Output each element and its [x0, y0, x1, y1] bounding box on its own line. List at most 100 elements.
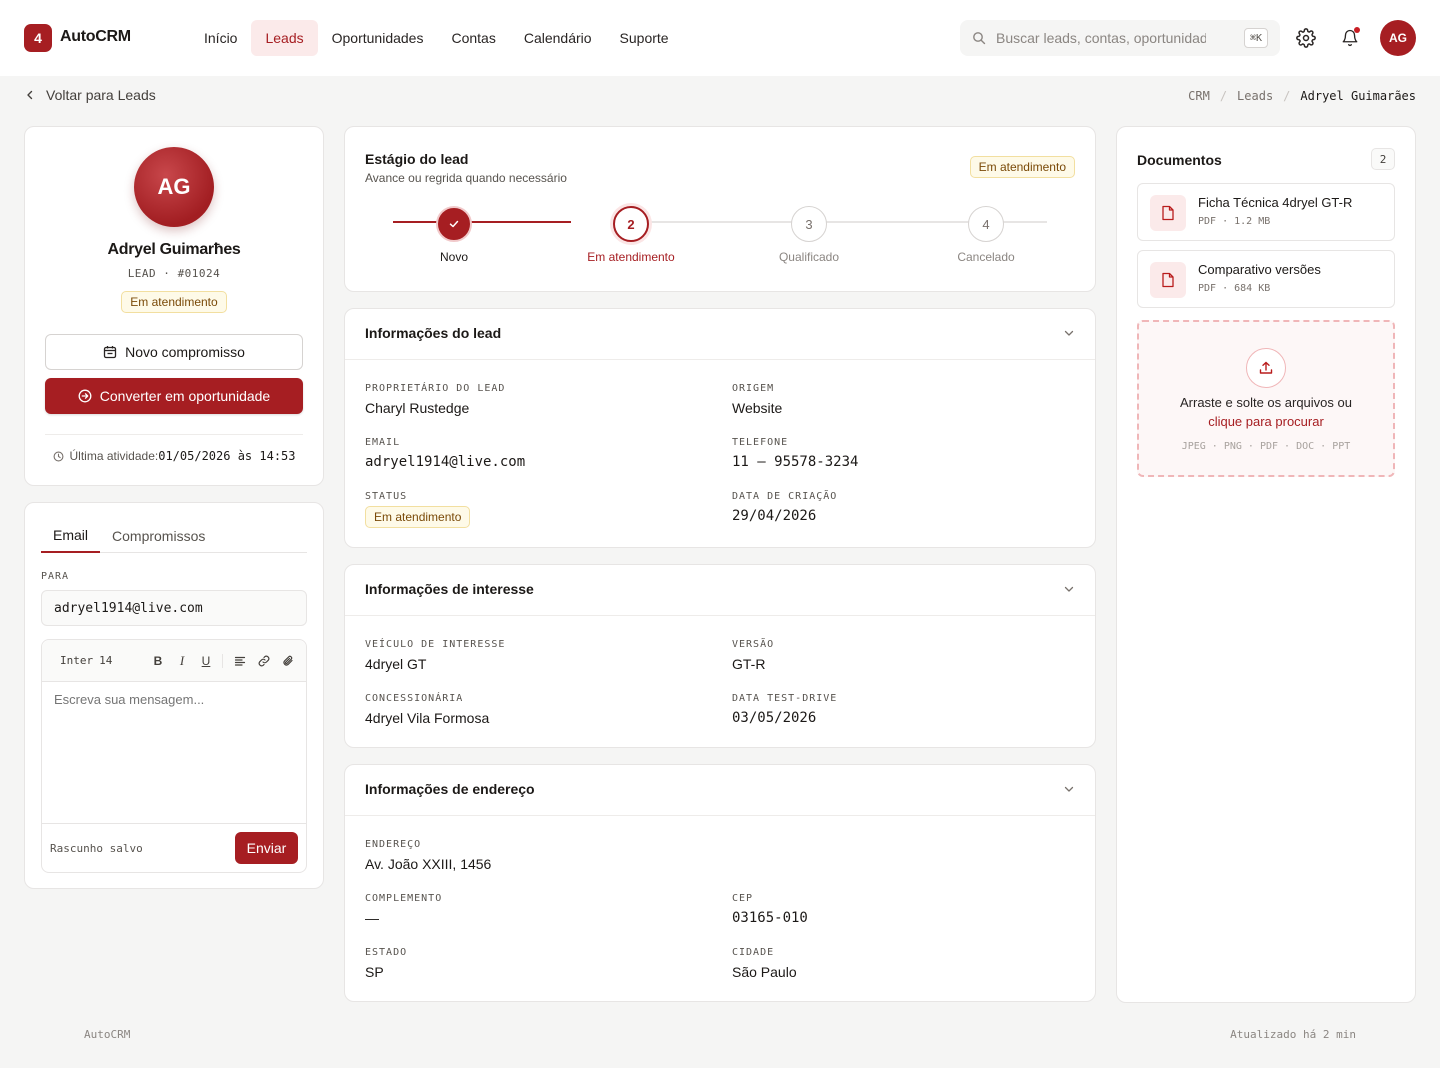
field-value: 4dryel Vila Formosa: [365, 710, 490, 726]
field-value: —: [365, 910, 379, 926]
last-activity-label: Última atividade:: [69, 449, 159, 463]
back-to-leads-link[interactable]: Voltar para Leads: [24, 87, 156, 103]
field-city: CIDADE São Paulo: [732, 947, 797, 980]
field-label: ESTADO: [365, 947, 408, 958]
field-vehicle: VEÍCULO DE INTERESSE 4dryel GT: [365, 639, 505, 672]
new-appointment-button[interactable]: Novo compromisso: [45, 334, 303, 370]
tab-email[interactable]: Email: [41, 519, 101, 553]
section-title: Informações de endereço: [365, 781, 535, 797]
browse-files-link[interactable]: clique para procurar: [1139, 414, 1393, 429]
file-icon: [1150, 195, 1186, 231]
font-size: 14: [99, 654, 113, 667]
accepted-formats: JPEG · PNG · PDF · DOC · PPT: [1181, 441, 1351, 452]
field-phone: TELEFONE 11 – 95578-3234: [732, 437, 858, 470]
paperclip-icon: [282, 655, 294, 667]
stage-step-em-atendimento[interactable]: 2 Em atendimento: [561, 206, 701, 264]
align-button[interactable]: [232, 653, 248, 669]
new-appointment-label: Novo compromisso: [125, 344, 245, 360]
field-value: 11 – 95578-3234: [732, 454, 859, 470]
convert-opportunity-button[interactable]: Converter em oportunidade: [45, 378, 303, 414]
message-textarea[interactable]: [42, 682, 306, 822]
stage-step-qualificado[interactable]: 3 Qualificado: [739, 206, 879, 264]
upload-icon: [1246, 348, 1286, 388]
field-origin: ORIGEM Website: [732, 383, 782, 416]
underline-button[interactable]: U: [198, 653, 214, 669]
field-value: São Paulo: [732, 964, 797, 980]
lead-info-card: Informações do lead PROPRIETÁRIO DO LEAD…: [344, 308, 1096, 548]
stage-subtitle: Avance ou regrida quando necessário: [365, 171, 567, 185]
field-complement: COMPLEMENTO —: [365, 893, 442, 926]
stage-step-number: 3: [791, 206, 827, 242]
stage-step-novo[interactable]: Novo: [384, 206, 524, 264]
link-icon: [258, 655, 270, 667]
field-testdrive: DATA TEST-DRIVE 03/05/2026: [732, 693, 837, 726]
field-label: COMPLEMENTO: [365, 893, 443, 904]
font-selector[interactable]: Inter 14: [60, 654, 112, 667]
stage-title: Estágio do lead: [365, 151, 469, 167]
field-value: GT-R: [732, 656, 766, 672]
gear-icon: [1296, 28, 1316, 48]
arrow-circle-right-icon: [78, 389, 92, 403]
profile-card: AG Adryel Guimarћes LEAD · #01024 Em ate…: [24, 126, 324, 486]
italic-button[interactable]: I: [174, 653, 190, 669]
bold-button[interactable]: B: [150, 653, 166, 669]
field-label: DATA DE CRIAÇÃO: [732, 491, 838, 502]
collapse-button[interactable]: [1063, 583, 1075, 595]
stage-step-label: Cancelado: [957, 250, 1015, 264]
send-button[interactable]: Enviar: [235, 832, 298, 864]
status-badge: Em atendimento: [121, 291, 227, 313]
breadcrumb-leads[interactable]: Leads: [1237, 89, 1273, 103]
field-created: DATA DE CRIAÇÃO 29/04/2026: [732, 491, 837, 524]
nav-item-oportunidades[interactable]: Oportunidades: [318, 20, 438, 56]
user-avatar[interactable]: AG: [1380, 20, 1416, 56]
document-type: PDF: [1198, 283, 1217, 294]
field-label: ENDEREÇO: [365, 839, 422, 850]
breadcrumb: CRM / Leads / Adryel Guimarães: [1188, 89, 1416, 103]
divider: [345, 359, 1095, 360]
to-label: PARA: [41, 571, 70, 582]
stage-step-cancelado[interactable]: 4 Cancelado: [916, 206, 1056, 264]
breadcrumb-crm[interactable]: CRM: [1188, 89, 1210, 103]
field-label: ORIGEM: [732, 383, 775, 394]
settings-button[interactable]: [1292, 24, 1320, 52]
search-input[interactable]: [996, 28, 1206, 48]
search-shortcut: ⌘K: [1243, 28, 1268, 48]
main-nav: Início Leads Oportunidades Contas Calend…: [190, 20, 683, 56]
check-icon: [436, 206, 472, 242]
logo-mark: 4: [24, 24, 52, 52]
lead-id: #01024: [177, 267, 221, 280]
document-item[interactable]: Ficha Técnica 4dryel GT-R PDF · 1.2 MB: [1137, 183, 1395, 241]
bold-icon: B: [153, 654, 163, 668]
nav-item-inicio[interactable]: Início: [190, 20, 251, 56]
field-state: ESTADO SP: [365, 947, 407, 980]
editor-divider: [42, 823, 306, 824]
stage-step-number: 4: [968, 206, 1004, 242]
document-item[interactable]: Comparativo versões PDF · 684 KB: [1137, 250, 1395, 308]
field-label: DATA TEST-DRIVE: [732, 693, 838, 704]
nav-item-contas[interactable]: Contas: [437, 20, 509, 56]
tab-compromissos[interactable]: Compromissos: [100, 519, 217, 553]
nav-item-calendario[interactable]: Calendário: [510, 20, 606, 56]
field-value: SP: [365, 964, 384, 980]
collapse-button[interactable]: [1063, 327, 1075, 339]
link-button[interactable]: [256, 653, 272, 669]
file-dropzone[interactable]: Arraste e solte os arquivos ou clique pa…: [1137, 320, 1395, 477]
file-icon: [1150, 262, 1186, 298]
search-bar: ⌘K: [960, 20, 1280, 56]
notifications-button[interactable]: [1336, 24, 1364, 52]
editor-toolbar: Inter 14 B I U: [42, 640, 306, 682]
field-value: Website: [732, 400, 783, 416]
attach-button[interactable]: [280, 653, 296, 669]
message-editor: Inter 14 B I U Rascunho salvo Enviar: [41, 639, 307, 873]
field-value: adryel1914@live.com: [365, 454, 526, 470]
composer-card: Email Compromissos PARA Inter 14 B I U Ra…: [24, 502, 324, 889]
to-input[interactable]: [41, 590, 307, 626]
field-cep: CEP 03165-010: [732, 893, 808, 926]
nav-item-leads[interactable]: Leads: [251, 20, 318, 56]
convert-label: Converter em oportunidade: [99, 388, 271, 404]
field-dealer: CONCESSIONÁRIA 4dryel Vila Formosa: [365, 693, 489, 726]
divider: [345, 815, 1095, 816]
draft-status: Rascunho salvo: [50, 842, 143, 855]
collapse-button[interactable]: [1063, 783, 1075, 795]
nav-item-suporte[interactable]: Suporte: [606, 20, 683, 56]
